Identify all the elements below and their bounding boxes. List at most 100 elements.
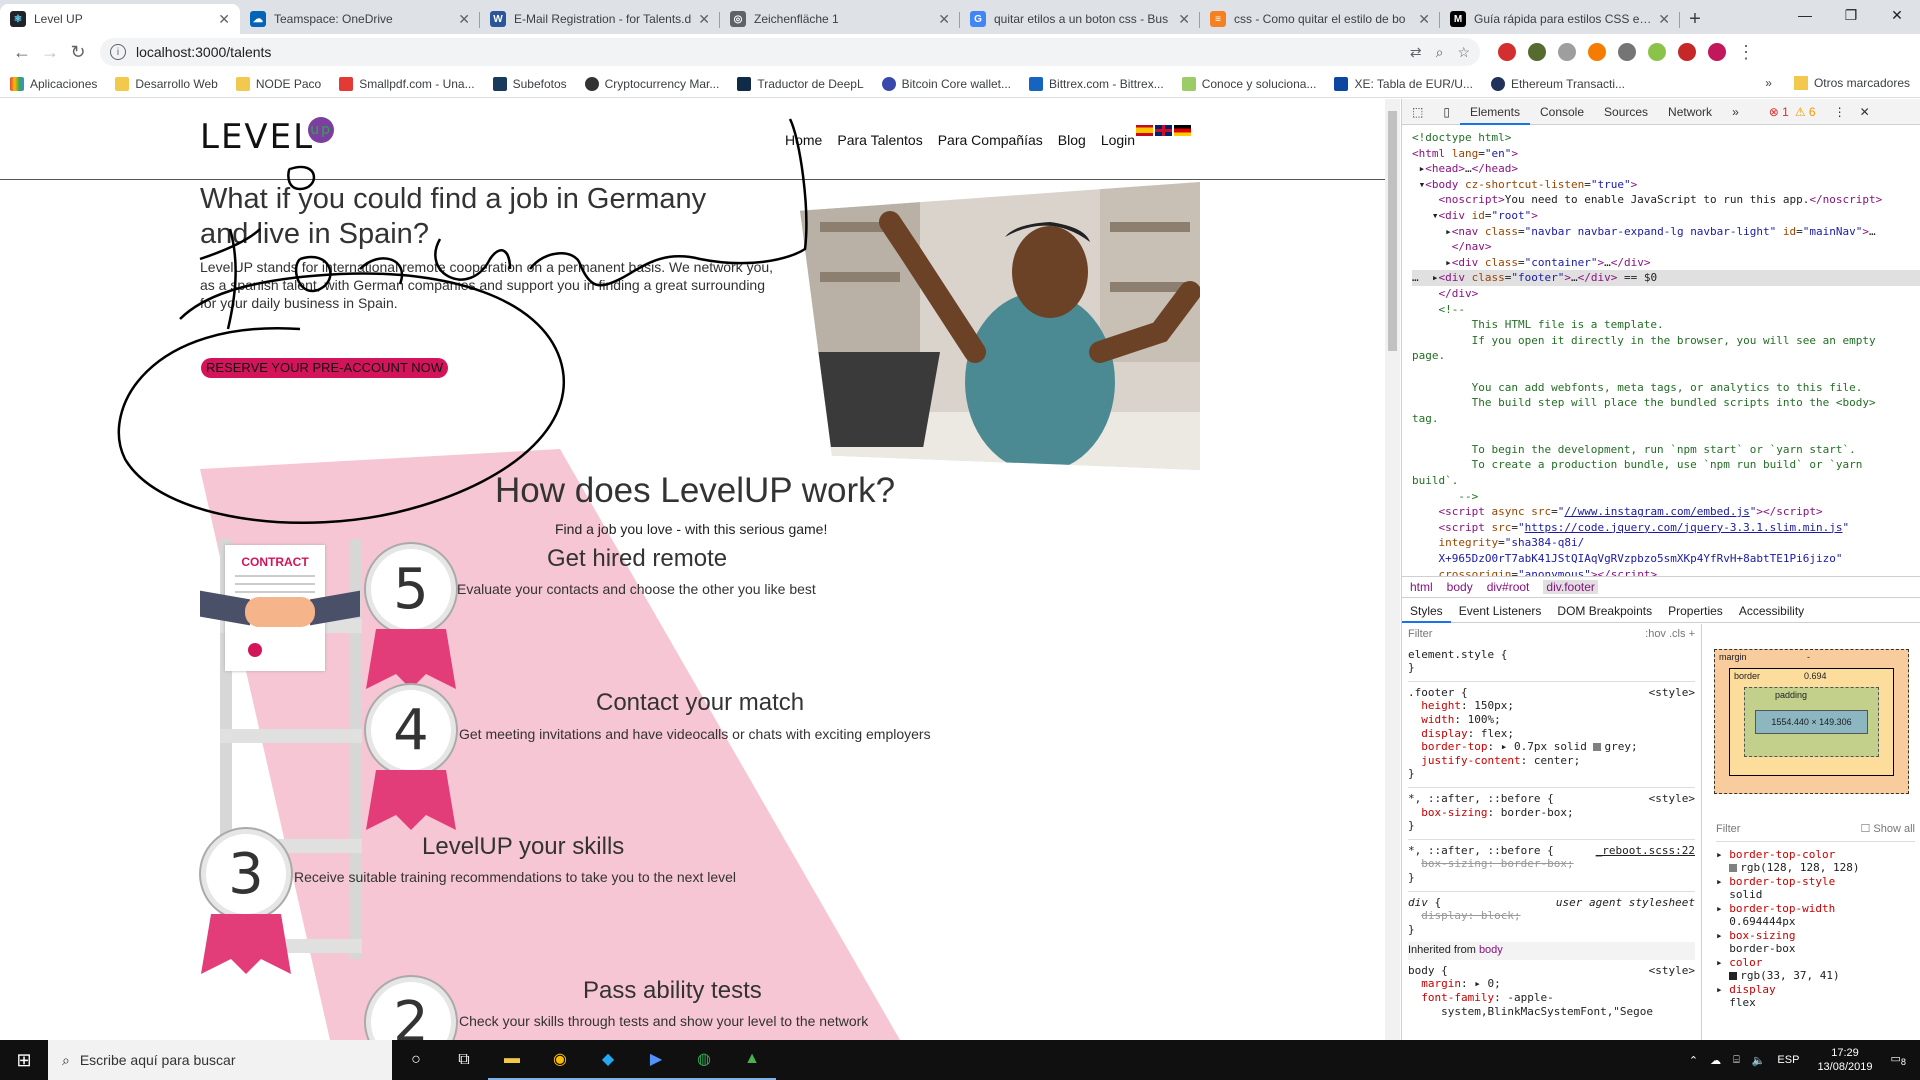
styles-pane[interactable]: Filter :hov .cls + element.style {} .foo… (1402, 624, 1702, 1040)
dom-line[interactable]: <script async src="//www.instagram.com/e… (1412, 504, 1920, 520)
mongodb-icon[interactable]: ▲ (728, 1040, 776, 1080)
close-tab-icon[interactable]: ✕ (1178, 11, 1190, 28)
crumb-html[interactable]: html (1410, 580, 1433, 594)
dom-line[interactable]: page. (1412, 348, 1920, 364)
dom-line[interactable]: To create a production bundle, use `npm … (1412, 457, 1920, 473)
page-scrollbar[interactable] (1385, 99, 1400, 1040)
bookmark-item[interactable]: Cryptocurrency Mar... (584, 76, 719, 91)
chrome-app-icon[interactable]: ◍ (680, 1040, 728, 1080)
back-icon[interactable]: ← (8, 38, 36, 66)
tab-styles[interactable]: Styles (1402, 599, 1451, 623)
browser-tab-google[interactable]: Gquitar etilos a un boton css - Bus ✕ (960, 4, 1200, 34)
dom-line[interactable]: You can add webfonts, meta tags, or anal… (1412, 380, 1920, 396)
new-tab-button[interactable]: + (1680, 4, 1710, 34)
avatar[interactable] (1708, 43, 1726, 61)
onedrive-tray-icon[interactable]: ☁ (1710, 1054, 1721, 1067)
tab-network[interactable]: Network (1658, 99, 1722, 125)
bookmark-item[interactable]: Ethereum Transacti... (1490, 76, 1625, 91)
dom-line[interactable] (1412, 426, 1920, 442)
device-toggle-icon[interactable]: ▯ (1433, 99, 1460, 125)
language-indicator[interactable]: ESP (1777, 1054, 1799, 1066)
dom-tree[interactable]: <!doctype html> <html lang="en"> ▸<head>… (1402, 126, 1920, 576)
dom-line[interactable]: </div> (1412, 286, 1920, 302)
dom-line[interactable]: The build step will place the bundled sc… (1412, 395, 1920, 411)
dom-line[interactable] (1412, 364, 1920, 380)
extension-icon[interactable] (1588, 43, 1606, 61)
dom-line[interactable]: integrity="sha384-q8i/ (1412, 535, 1920, 551)
add-rule-icon[interactable]: + (1689, 628, 1695, 640)
reserve-pre-account-button[interactable]: RESERVE YOUR PRE-ACCOUNT NOW (201, 358, 448, 378)
more-tabs-icon[interactable]: » (1722, 99, 1749, 125)
bookmark-item[interactable]: Desarrollo Web (115, 76, 218, 91)
close-tab-icon[interactable]: ✕ (938, 11, 950, 28)
extension-icon[interactable] (1528, 43, 1546, 61)
inspect-icon[interactable]: ⬚ (1402, 99, 1433, 125)
dom-line[interactable]: <!doctype html> (1412, 130, 1920, 146)
other-bookmarks[interactable]: Otros marcadores (1814, 76, 1910, 90)
hov-toggle[interactable]: :hov (1645, 628, 1666, 640)
tab-sources[interactable]: Sources (1594, 99, 1658, 125)
warning-count[interactable]: ⚠ 6 (1795, 105, 1816, 119)
network-icon[interactable]: ⌸ (1733, 1054, 1740, 1067)
tab-elements[interactable]: Elements (1459, 99, 1530, 125)
dom-line[interactable]: --> (1412, 489, 1920, 505)
bookmark-item[interactable]: Subefotos (492, 76, 567, 91)
bookmark-item[interactable]: Smallpdf.com - Una... (339, 76, 475, 91)
dom-line[interactable]: ▾<body cz-shortcut-listen="true"> (1412, 177, 1920, 193)
dom-line-selected[interactable]: … ▸<div class="footer">…</div> == $0 (1412, 270, 1920, 286)
devtools-close-icon[interactable]: ✕ (1860, 105, 1870, 119)
browser-tab-level-up[interactable]: ⚛ Level UP ✕ (0, 4, 240, 34)
url-text[interactable]: localhost:3000/talents (136, 44, 1396, 60)
minimize-icon[interactable]: — (1782, 0, 1828, 30)
info-icon[interactable]: i (110, 44, 126, 60)
forward-icon[interactable]: → (36, 38, 64, 66)
browser-tab-zeichenflache[interactable]: ◎ Zeichenfläche 1 ✕ (720, 4, 960, 34)
bookmark-star-icon[interactable]: ☆ (1457, 44, 1470, 61)
file-explorer-icon[interactable]: ▬ (488, 1040, 536, 1080)
show-all-checkbox[interactable]: ☐ Show all (1861, 823, 1916, 837)
error-count[interactable]: ⊗ 1 (1769, 105, 1789, 119)
dom-line[interactable]: crossorigin="anonymous"></script> (1412, 567, 1920, 576)
cortana-icon[interactable]: ○ (392, 1040, 440, 1080)
tab-event-listeners[interactable]: Event Listeners (1451, 599, 1550, 623)
translate-icon[interactable]: ⇄ (1410, 44, 1422, 61)
browser-tab-medium[interactable]: M Guía rápida para estilos CSS en b ✕ (1440, 4, 1680, 34)
close-tab-icon[interactable]: ✕ (698, 11, 710, 28)
menu-icon[interactable]: ⋮ (1732, 38, 1760, 66)
dom-line[interactable]: <script src="https://code.jquery.com/jqu… (1412, 520, 1920, 536)
tab-dom-breakpoints[interactable]: DOM Breakpoints (1549, 599, 1660, 623)
bookmark-item[interactable]: Bittrex.com - Bittrex... (1029, 76, 1164, 91)
notifications-icon[interactable]: ▭8 (1891, 1052, 1907, 1067)
dom-line[interactable]: ▸<div class="container">…</div> (1412, 255, 1920, 271)
bookmark-item[interactable]: Bitcoin Core wallet... (881, 76, 1011, 91)
bookmark-item[interactable]: NODE Paco (235, 76, 321, 91)
reload-icon[interactable]: ↻ (64, 38, 92, 66)
devtools-menu-icon[interactable]: ⋮ (1834, 105, 1846, 119)
extension-icon[interactable] (1678, 43, 1696, 61)
close-window-icon[interactable]: ✕ (1874, 0, 1920, 30)
dom-line[interactable]: ▸<nav class="navbar navbar-expand-lg nav… (1412, 224, 1920, 240)
close-tab-icon[interactable]: ✕ (218, 11, 230, 28)
close-tab-icon[interactable]: ✕ (1418, 11, 1430, 28)
task-view-icon[interactable]: ⧉ (440, 1040, 488, 1080)
computed-filter-input[interactable]: Filter (1716, 823, 1740, 837)
dom-line[interactable]: </nav> (1412, 239, 1920, 255)
dom-line[interactable]: ▸<head>…</head> (1412, 161, 1920, 177)
adblock-icon[interactable] (1498, 43, 1516, 61)
dom-line[interactable]: <html lang="en"> (1412, 146, 1920, 162)
dom-line[interactable]: <noscript>You need to enable JavaScript … (1412, 192, 1920, 208)
extension-icon[interactable] (1648, 43, 1666, 61)
browser-tab-stackoverflow[interactable]: ≡ css - Como quitar el estilo de bo ✕ (1200, 4, 1440, 34)
dom-line[interactable]: If you open it directly in the browser, … (1412, 333, 1920, 349)
maximize-icon[interactable]: ❐ (1828, 0, 1874, 30)
close-tab-icon[interactable]: ✕ (458, 11, 470, 28)
bookmark-item[interactable]: Conoce y soluciona... (1181, 76, 1316, 91)
taskbar-search-input[interactable]: ⌕ Escribe aquí para buscar (48, 1040, 392, 1080)
windows-start-icon[interactable]: ⊞ (0, 1040, 48, 1080)
tab-console[interactable]: Console (1530, 99, 1594, 125)
powershell-icon[interactable]: ▶ (632, 1040, 680, 1080)
browser-tab-email[interactable]: W E-Mail Registration - for Talents.d ✕ (480, 4, 720, 34)
styles-filter-input[interactable]: Filter (1408, 628, 1432, 642)
zoom-icon[interactable]: ⌕ (1436, 44, 1444, 61)
crumb-footer[interactable]: div.footer (1543, 580, 1598, 594)
